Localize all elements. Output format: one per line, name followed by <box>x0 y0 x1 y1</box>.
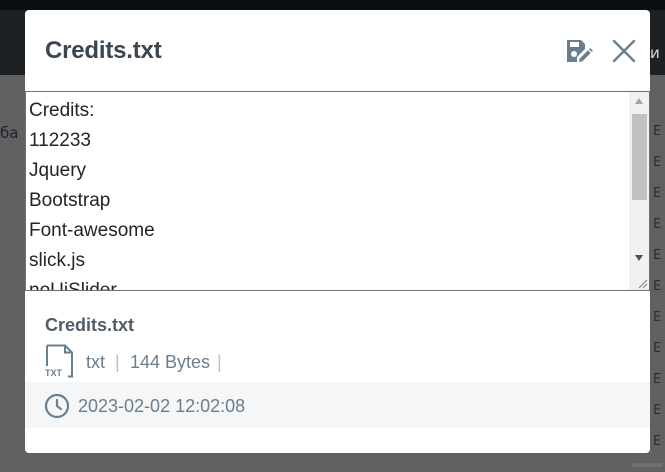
scroll-down-arrow-icon[interactable] <box>635 255 643 261</box>
meta-separator: | <box>115 352 120 372</box>
background-marker: E <box>653 310 662 325</box>
background-marker: E <box>653 279 662 294</box>
modal-header: Credits.txt <box>25 10 650 92</box>
background-marker: E <box>653 434 662 449</box>
txt-file-icon: TXT <box>45 344 73 378</box>
editor-scrollbar[interactable] <box>629 92 649 290</box>
file-modified-date: 2023-02-02 12:02:08 <box>78 396 246 416</box>
scroll-up-arrow-icon[interactable] <box>635 98 643 104</box>
background-marker: E <box>653 372 662 387</box>
file-meta-row: TXT txt | 144 Bytes | <box>45 344 635 378</box>
file-size: 144 Bytes <box>130 352 211 372</box>
background-marker: E <box>653 341 662 356</box>
meta-separator: | <box>217 352 222 372</box>
file-content-editor[interactable]: Credits: 112233 Jquery Bootstrap Font-aw… <box>25 91 650 291</box>
file-preview-modal: Credits.txt Credits: 112233 Jquery Boots… <box>25 10 650 453</box>
clock-icon <box>44 393 70 419</box>
close-button[interactable] <box>609 36 639 66</box>
background-marker: E <box>653 155 662 170</box>
resize-grip-icon[interactable] <box>637 278 648 289</box>
scrollbar-thumb[interactable] <box>632 114 647 200</box>
background-text-fragment: ба <box>0 124 19 142</box>
background-nav-fragment: и <box>650 44 660 62</box>
close-icon <box>612 39 636 63</box>
background-bottom-mark <box>632 463 662 467</box>
save-edit-icon <box>567 40 593 62</box>
modal-title: Credits.txt <box>45 37 162 64</box>
file-date-row: 2023-02-02 12:02:08 <box>25 382 650 428</box>
file-extension: txt <box>86 352 106 372</box>
save-button[interactable] <box>564 36 594 66</box>
file-name: Credits.txt <box>45 315 135 335</box>
background-marker: E <box>653 124 662 139</box>
background-topbar <box>0 0 665 10</box>
background-marker: E <box>653 186 662 201</box>
txt-icon-label: TXT <box>45 368 63 378</box>
file-content-text[interactable]: Credits: 112233 Jquery Bootstrap Font-aw… <box>29 96 627 290</box>
background-marker: E <box>653 248 662 263</box>
background-marker: E <box>653 403 662 418</box>
background-marker: E <box>653 217 662 232</box>
